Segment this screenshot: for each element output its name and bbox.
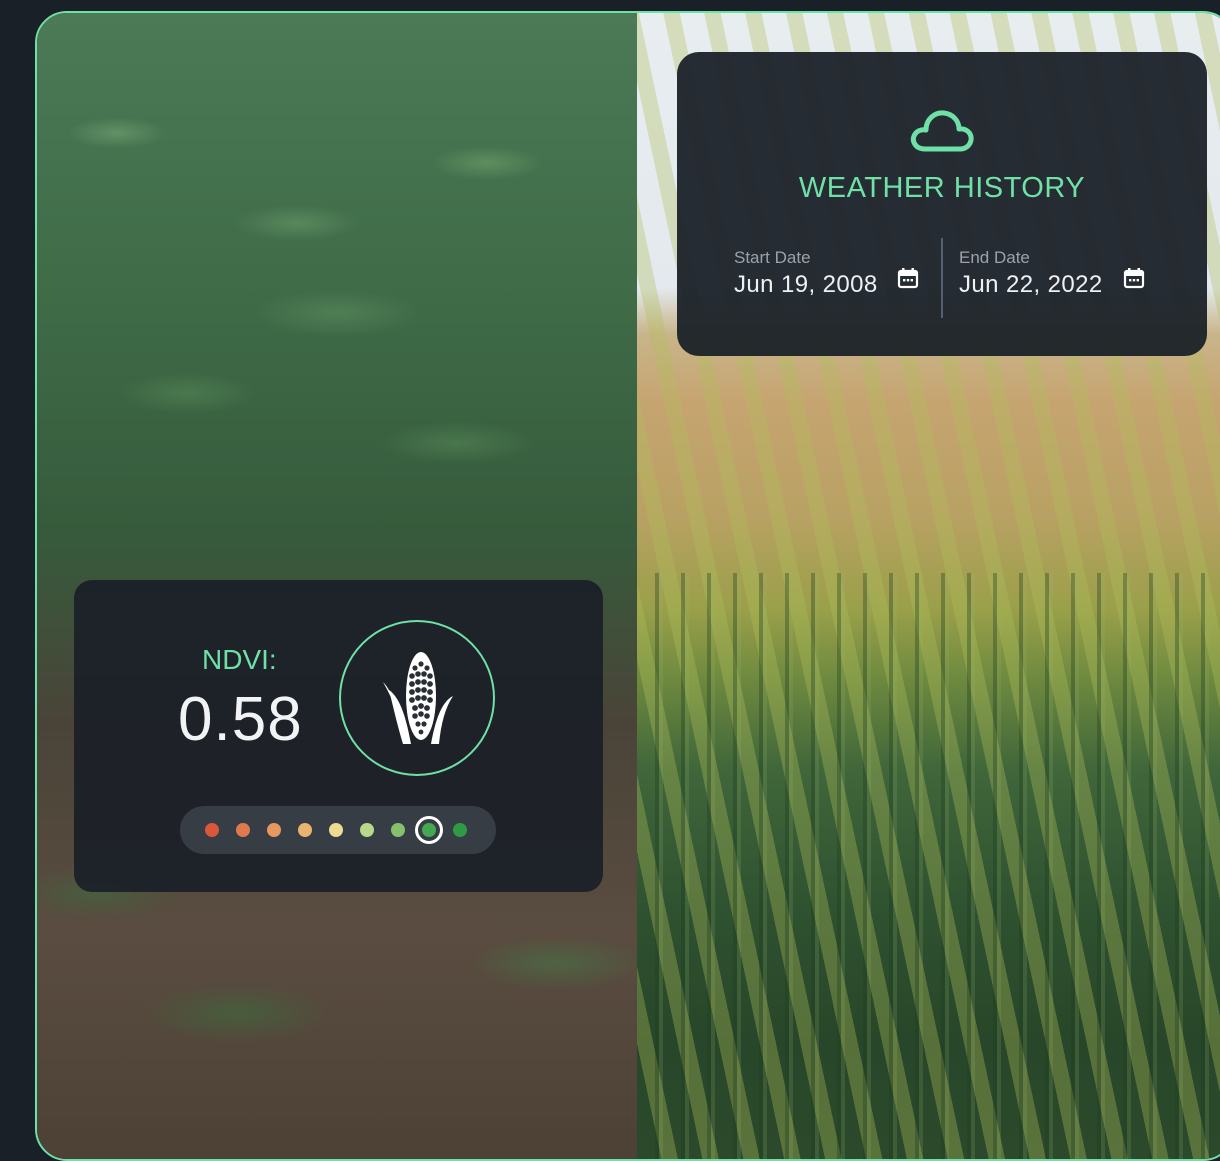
calendar-icon[interactable] [897,267,919,289]
end-date-label: End Date [959,248,1030,267]
ndvi-scale-dot [267,823,281,837]
ndvi-scale-dot [360,823,374,837]
ndvi-scale [180,806,496,854]
ndvi-scale-dot [236,823,250,837]
ndvi-value: 0.58 [178,685,303,754]
start-date-value[interactable]: Jun 19, 2008 [734,270,878,300]
ndvi-scale-dot [205,823,219,837]
corn-icon [383,652,453,744]
end-date-value[interactable]: Jun 22, 2022 [959,270,1103,300]
weather-history-card: WEATHER HISTORY Start Date Jun 19, 2008 … [677,52,1207,356]
start-date-field[interactable]: Start Date Jun 19, 2008 [734,248,878,300]
cloud-icon [910,110,974,152]
weather-history-title: WEATHER HISTORY [798,172,1086,204]
start-date-label: Start Date [734,248,811,267]
date-divider [941,238,943,318]
crop-badge [339,620,495,776]
ndvi-scale-dot [391,823,405,837]
ndvi-scale-dot [329,823,343,837]
ndvi-card: NDVI: 0.58 [74,580,603,892]
end-date-field[interactable]: End Date Jun 22, 2022 [959,248,1103,300]
calendar-icon[interactable] [1123,267,1145,289]
ndvi-scale-dot [298,823,312,837]
ndvi-scale-dot-selected [415,816,443,844]
ndvi-label: NDVI: [202,644,277,675]
ndvi-scale-dot [453,823,467,837]
